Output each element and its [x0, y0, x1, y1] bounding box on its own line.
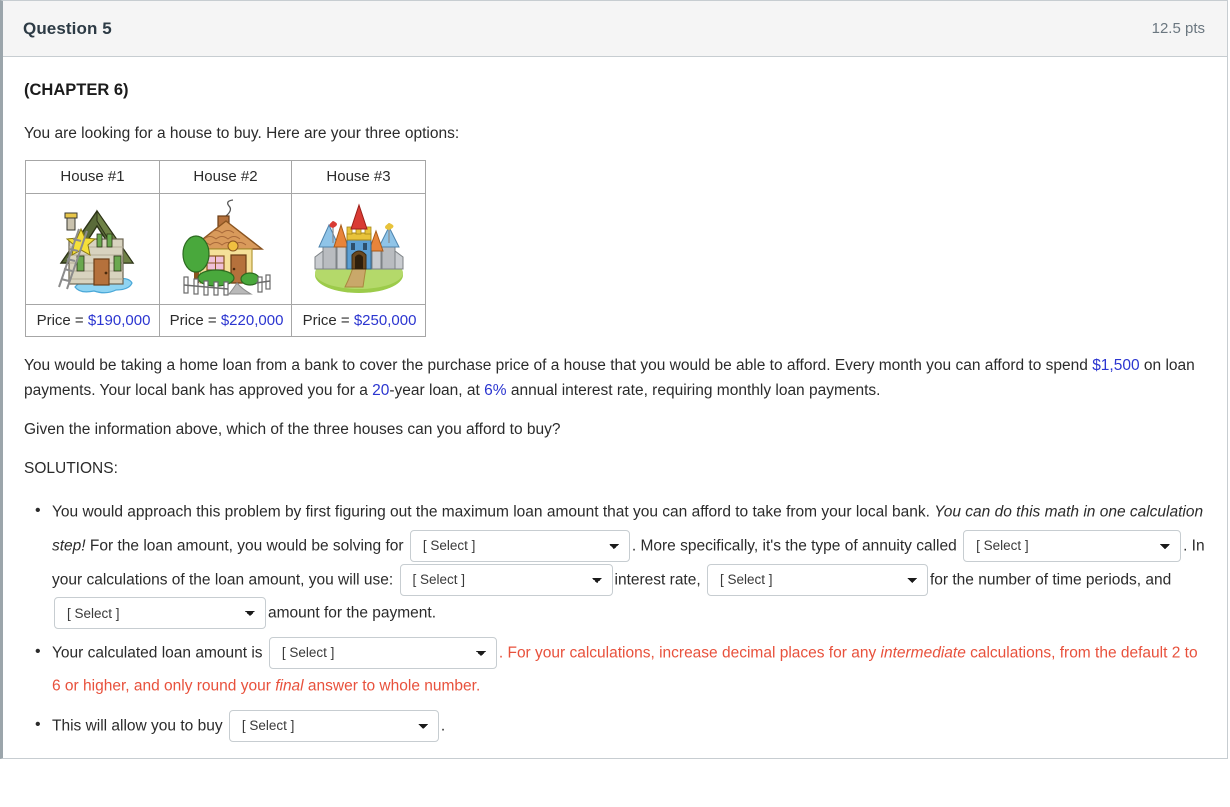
select-calculated-loan-amount[interactable]: [ Select ] [268, 636, 497, 669]
house-2-header: House #2 [159, 160, 292, 195]
list-item-approach: You would approach this problem by first… [35, 494, 1207, 630]
solutions-label: SOLUTIONS: [24, 460, 118, 478]
question-header: Question 5 12.5 pts [3, 1, 1227, 57]
question-points: 12.5 pts [1151, 20, 1205, 37]
loan-paragraph: You would be taking a home loan from a b… [24, 353, 1207, 403]
house-3-price-cell: Price = $250,000 [291, 304, 426, 338]
house-2-image-cell [159, 193, 292, 306]
house-1-image-cell [25, 193, 160, 306]
select-time-periods[interactable]: [ Select ] [706, 563, 928, 596]
cottage-house-image [181, 199, 271, 296]
house-1-price: $190,000 [87, 311, 151, 329]
select-payment-amount[interactable]: [ Select ] [54, 597, 266, 630]
solutions-list: You would approach this problem by first… [24, 494, 1207, 743]
price-label-1: Price = [36, 311, 84, 329]
loan-text-4: annual interest rate, requiring monthly … [506, 382, 881, 400]
house-3-image-cell [291, 193, 426, 306]
house-3-price: $250,000 [353, 311, 417, 329]
bullet2-emphasis-1: intermediate [880, 643, 966, 661]
fixer-upper-house-image [57, 209, 134, 294]
select-solving-for[interactable]: [ Select ] [409, 529, 630, 562]
table-row-headers: House #1 House #2 House #3 [25, 160, 426, 195]
bullet1-text-7: amount for the payment. [268, 604, 437, 622]
houses-table: House #1 House #2 House #3 Price = $190,… [25, 160, 426, 338]
bullet1-text-1: You would approach this problem by first… [52, 503, 935, 521]
bullet3-text-2: . [440, 717, 446, 735]
bullet1-text-6: for the number of time periods, and [929, 570, 1172, 588]
bullet1-text-5: interest rate, [614, 570, 701, 588]
select-annuity-type[interactable]: [ Select ] [963, 529, 1182, 562]
intro-text: You are looking for a house to buy. Here… [24, 124, 460, 142]
table-row-prices: Price = $190,000 Price = $220,000 Price … [25, 304, 426, 338]
house-2-price-cell: Price = $220,000 [159, 304, 292, 338]
house-3-header: House #3 [291, 160, 426, 195]
chapter-heading: (CHAPTER 6) [24, 81, 129, 99]
select-house-to-buy[interactable]: [ Select ] [228, 709, 439, 742]
list-item-loan-amount: Your calculated loan amount is [ Select … [35, 635, 1207, 703]
house-1-header: House #1 [25, 160, 160, 195]
bullet3-text-1: This will allow you to buy [52, 717, 223, 735]
question-body: (CHAPTER 6) You are looking for a house … [3, 57, 1227, 758]
price-label-3: Price = [302, 311, 350, 329]
bullet2-text-4: answer to whole number. [303, 677, 481, 695]
loan-text-3: -year loan, at [389, 382, 485, 400]
list-item-affordable-house: This will allow you to buy [ Select ]. [35, 708, 1207, 743]
question-title: Question 5 [23, 18, 112, 38]
castle-image [314, 203, 403, 294]
table-row-images [25, 193, 426, 306]
loan-text-1: You would be taking a home loan from a b… [24, 357, 1093, 375]
bullet2-text-1: Your calculated loan amount is [52, 643, 263, 661]
bullet1-text-2: For the loan amount, you would be solvin… [85, 537, 404, 555]
question-container: Question 5 12.5 pts (CHAPTER 6) You are … [0, 0, 1228, 760]
bullet2-emphasis-2: final [275, 677, 304, 695]
house-2-price: $220,000 [220, 311, 284, 329]
interest-rate-value: 6% [484, 382, 507, 400]
select-interest-rate[interactable]: [ Select ] [399, 563, 613, 596]
loan-term-value: 20 [372, 382, 390, 400]
bullet1-text-3: . More specifically, it's the type of an… [631, 537, 957, 555]
question-prompt: Given the information above, which of th… [24, 421, 561, 439]
monthly-budget-value: $1,500 [1092, 357, 1140, 375]
price-label-2: Price = [169, 311, 217, 329]
bullet2-text-2: . For your calculations, increase decima… [498, 643, 881, 661]
house-1-price-cell: Price = $190,000 [25, 304, 160, 338]
